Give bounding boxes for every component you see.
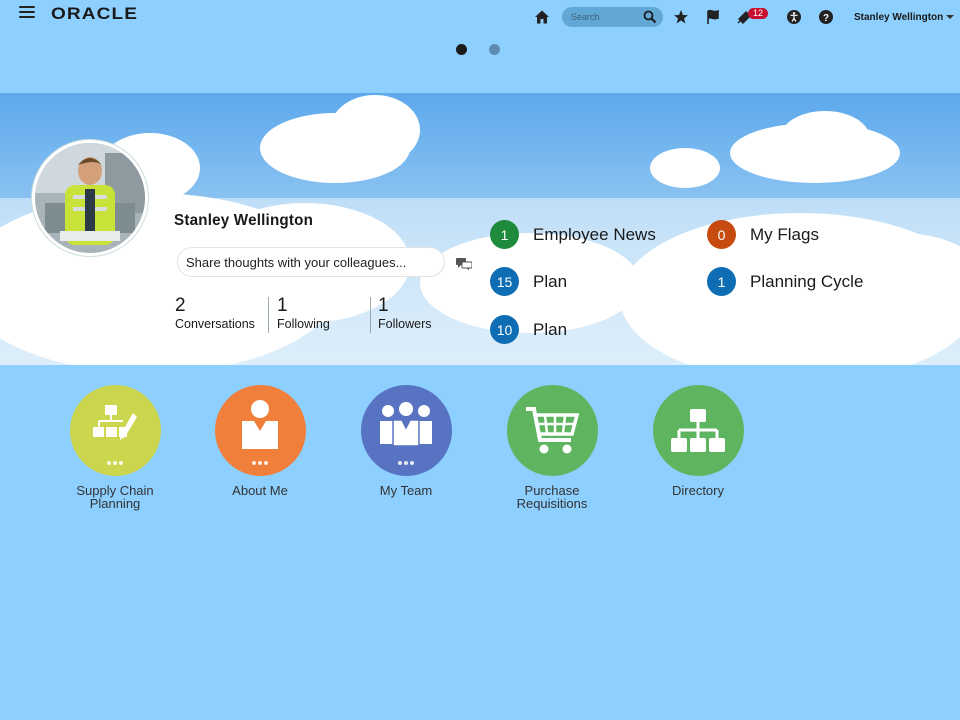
badge-plan[interactable]: 15 Plan [490, 267, 567, 296]
tile-circle [652, 385, 744, 476]
accessibility-icon[interactable] [786, 9, 802, 25]
stat-followers[interactable]: 1 Followers [378, 295, 432, 332]
stat-value: 1 [378, 295, 389, 316]
user-name: Stanley Wellington [854, 12, 944, 23]
count-badge: 1 [490, 220, 519, 249]
stat-label: Conversations [175, 317, 255, 331]
profile-name[interactable]: Stanley Wellington [174, 212, 313, 230]
person-icon [242, 400, 278, 450]
tile-circle [360, 385, 452, 476]
stat-value: 1 [277, 295, 288, 316]
profile-avatar[interactable] [31, 139, 149, 257]
oracle-logo[interactable]: ORACLE [51, 4, 138, 24]
badge-employee-news[interactable]: 1 Employee News [490, 220, 656, 249]
more-dots-icon [70, 460, 161, 466]
avatar-photo [35, 143, 145, 253]
tile-circle [506, 385, 598, 476]
user-menu[interactable]: Stanley Wellington [854, 12, 955, 23]
badge-plan-2[interactable]: 10 Plan [490, 315, 567, 344]
badge-label: Plan [533, 271, 568, 291]
tile-label: Purchase Requisitions [516, 483, 588, 511]
tile-directory[interactable]: Directory [633, 385, 763, 497]
home-icon[interactable] [534, 9, 550, 25]
count-badge: 0 [707, 220, 736, 249]
share-thoughts-input[interactable] [177, 247, 445, 277]
tile-circle [214, 385, 306, 476]
favorites-star-icon[interactable] [673, 9, 689, 25]
logo-text: ORACLE [51, 4, 139, 23]
stat-conversations[interactable]: 2 Conversations [175, 295, 255, 332]
stat-following[interactable]: 1 Following [277, 295, 330, 332]
chevron-down-icon [946, 15, 955, 20]
help-icon[interactable]: ? [818, 9, 834, 25]
carousel-dot-1[interactable] [456, 44, 467, 55]
conversation-icon[interactable] [456, 257, 472, 271]
svg-text:?: ? [823, 13, 829, 24]
badge-label: My Flags [750, 224, 819, 244]
shopping-cart-icon [526, 406, 579, 453]
tile-purchase-requisitions[interactable]: Purchase Requisitions [487, 385, 617, 510]
org-chart-icon [671, 408, 725, 452]
tile-my-team[interactable]: My Team [341, 385, 471, 497]
watchlist-flag-icon[interactable] [705, 9, 721, 25]
more-dots-icon [215, 460, 306, 466]
tile-supply-chain-planning[interactable]: Supply Chain Planning [50, 385, 180, 510]
stat-divider [268, 297, 269, 333]
stat-label: Followers [378, 317, 432, 331]
search-box [562, 7, 663, 27]
tile-label: About Me [232, 483, 288, 498]
notifications-count-badge: 12 [748, 8, 768, 19]
stat-value: 2 [175, 295, 186, 316]
count-badge: 10 [490, 315, 519, 344]
badge-planning-cycle[interactable]: 1 Planning Cycle [707, 267, 863, 296]
tile-label: My Team [379, 483, 433, 498]
badge-my-flags[interactable]: 0 My Flags [707, 220, 819, 249]
stat-divider [370, 297, 371, 333]
carousel-dot-2[interactable] [489, 44, 500, 55]
more-dots-icon [361, 460, 452, 466]
tile-circle [69, 385, 161, 476]
badge-label: Employee News [533, 224, 656, 244]
search-icon[interactable] [643, 10, 657, 24]
supply-chain-icon [93, 405, 137, 441]
team-icon [380, 402, 432, 447]
navigator-menu-icon[interactable] [19, 6, 35, 20]
tile-about-me[interactable]: About Me [195, 385, 325, 497]
search-input[interactable] [571, 10, 641, 24]
tile-label: Directory [671, 483, 724, 498]
badge-label: Plan [533, 319, 568, 339]
badge-label: Planning Cycle [750, 271, 864, 291]
global-header: ORACLE 12 ? Stanley Wellington [0, 0, 960, 36]
count-badge: 15 [490, 267, 519, 296]
tile-label: Supply Chain Planning [76, 483, 154, 511]
count-badge: 1 [707, 267, 736, 296]
stat-label: Following [277, 317, 330, 331]
